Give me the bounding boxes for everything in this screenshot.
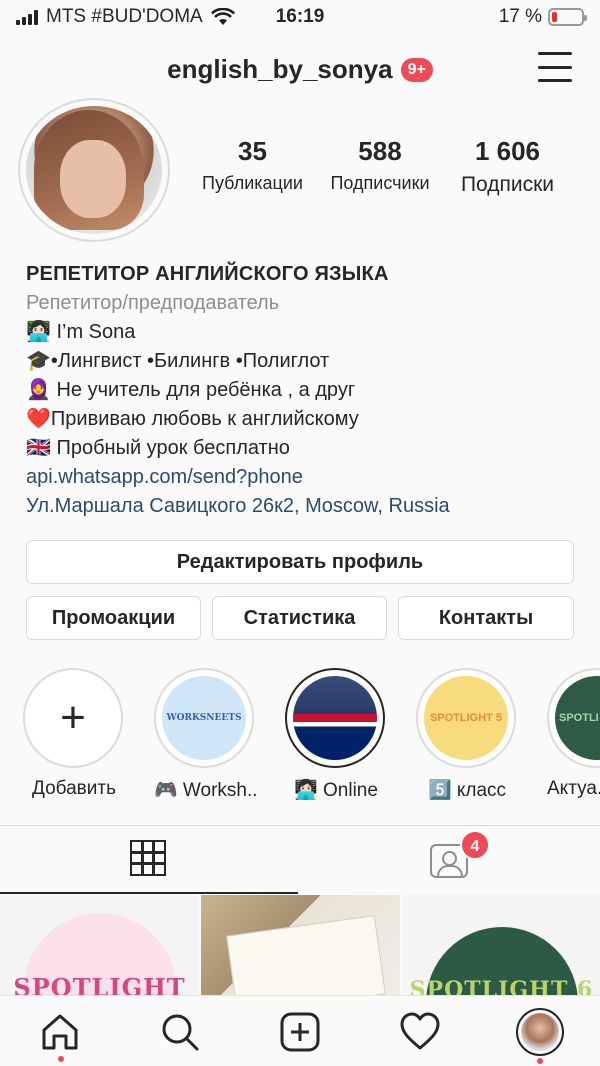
stat-following[interactable]: 1 606 Подписки xyxy=(445,136,570,197)
highlight-cover: SPOTLI xyxy=(555,676,600,760)
bio-address-link[interactable]: Ул.Маршала Савицкого 26к2, Moscow, Russi… xyxy=(26,492,586,521)
highlight-online[interactable]: 👩🏻‍💻 Online xyxy=(285,668,387,802)
stat-followers-label: Подписчики xyxy=(330,173,430,193)
highlight-label: 5️⃣ класс xyxy=(427,780,507,801)
highlight-label: Актуа... xyxy=(547,778,600,799)
post-thumbnail[interactable]: SPOTLIGHT 6 xyxy=(402,895,600,995)
bio-line: 🧕 Не учитель для ребёнка , а друг xyxy=(26,379,356,401)
username-title[interactable]: english_by_sonya xyxy=(167,54,392,85)
bio-category: Репетитор/предподаватель xyxy=(26,292,280,314)
highlight-worksheets[interactable]: WORKSNEETS 🎮 Worksh... xyxy=(154,668,256,802)
status-bar: MTS #BUD'DOMA 16:19 17 % xyxy=(0,0,600,34)
bio-line: 🎓•Лингвист •Билингв •Полиглот xyxy=(26,350,330,372)
statistics-button[interactable]: Статистика xyxy=(212,596,387,640)
battery-percent: 17 % xyxy=(498,6,542,27)
profile-activity-dot xyxy=(537,1058,543,1064)
avatar-image xyxy=(26,106,162,234)
bio-name: РЕПЕТИТОР АНГЛИЙСКОГО ЯЗЫКА xyxy=(26,263,389,285)
hamburger-menu-icon[interactable] xyxy=(538,52,572,82)
highlight-cover: SPOTLIGHT 5 xyxy=(424,676,508,760)
contacts-button[interactable]: Контакты xyxy=(398,596,574,640)
battery-icon xyxy=(548,8,587,26)
profile-bio: РЕПЕТИТОР АНГЛИЙСКОГО ЯЗЫКА Репетитор/пр… xyxy=(26,260,586,521)
bio-line: 👩🏻‍💻 I’m Sona xyxy=(26,321,136,343)
highlight-label: Добавить xyxy=(32,778,116,799)
battery-fill xyxy=(552,12,557,22)
highlight-cover: WORKSNEETS xyxy=(162,676,246,760)
bottom-navigation xyxy=(0,995,600,1066)
profile-stats: 35 Публикации 588 Подписчики 1 606 Подпи… xyxy=(190,136,580,197)
highlight-label: 🎮 Worksh... xyxy=(154,780,256,801)
stat-posts[interactable]: 35 Публикации xyxy=(190,136,315,197)
stat-posts-label: Публикации xyxy=(202,173,303,193)
profile-tabs: 4 xyxy=(0,825,600,894)
stat-following-label: Подписки xyxy=(460,173,555,196)
tagged-count-badge: 4 xyxy=(460,830,490,860)
profile-tab-avatar[interactable] xyxy=(516,1008,564,1056)
post-text: SPOTLIGHT 2 xyxy=(13,973,186,995)
plus-icon: + xyxy=(60,693,86,742)
search-icon[interactable] xyxy=(158,1010,202,1054)
stat-following-count: 1 606 xyxy=(474,136,541,166)
active-tab-indicator xyxy=(0,892,298,894)
home-icon[interactable] xyxy=(38,1010,82,1054)
post-thumbnail[interactable]: SPOTLIGHT 2 xyxy=(0,895,199,995)
grid-icon[interactable] xyxy=(130,840,166,876)
new-post-icon[interactable] xyxy=(278,1010,322,1054)
bio-website-link[interactable]: api.whatsapp.com/send?phone xyxy=(26,463,586,492)
highlight-add[interactable]: + Добавить xyxy=(23,668,125,800)
stat-posts-count: 35 xyxy=(238,136,267,166)
heart-icon[interactable] xyxy=(398,1010,442,1054)
profile-avatar[interactable] xyxy=(18,98,170,242)
notifications-badge[interactable]: 9+ xyxy=(400,57,433,82)
bio-line: ❤️Прививаю любовь к английскому xyxy=(26,408,359,430)
edit-profile-button[interactable]: Редактировать профиль xyxy=(26,540,574,584)
post-text: SPOTLIGHT 6 xyxy=(409,977,594,995)
highlight-cover xyxy=(293,676,377,760)
highlight-grade-5[interactable]: SPOTLIGHT 5 5️⃣ класс xyxy=(416,668,518,802)
stat-followers-count: 588 xyxy=(358,136,402,166)
highlight-actual[interactable]: SPOTLI Актуа... xyxy=(547,668,600,800)
home-activity-dot xyxy=(58,1056,64,1062)
stat-followers[interactable]: 588 Подписчики xyxy=(315,136,445,197)
bio-line: 🇬🇧 Пробный урок бесплатно xyxy=(26,437,290,459)
promotions-button[interactable]: Промоакции xyxy=(26,596,201,640)
post-thumbnail[interactable] xyxy=(201,895,400,995)
highlight-label: 👩🏻‍💻 Online xyxy=(294,780,378,801)
profile-header: english_by_sonya 9+ xyxy=(0,40,600,96)
